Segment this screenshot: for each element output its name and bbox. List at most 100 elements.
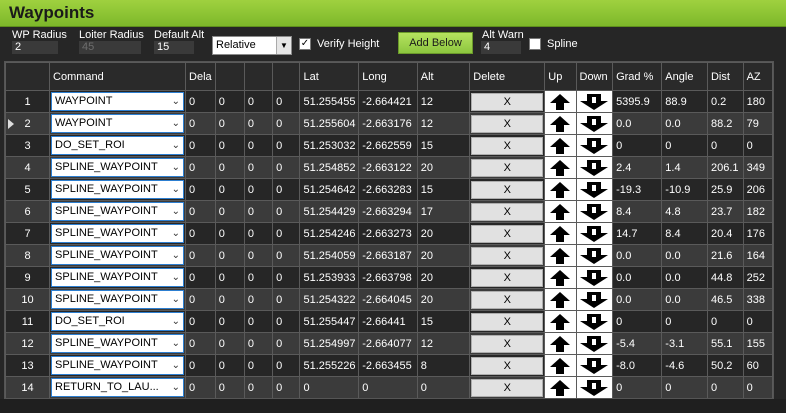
row-number[interactable]: 12 (5, 332, 51, 355)
chevron-down-icon[interactable]: ⌄ (172, 357, 180, 374)
command-cell[interactable]: DO_SET_ROI ⌄ (49, 134, 187, 157)
command-select[interactable]: DO_SET_ROI ⌄ (51, 136, 185, 155)
column-header-param2[interactable] (214, 62, 245, 91)
alt-cell[interactable]: 15 (416, 310, 471, 333)
row-number[interactable]: 13 (5, 354, 51, 377)
lat-cell[interactable]: 51.254322 (299, 288, 360, 311)
column-header-grad[interactable]: Grad % (612, 62, 663, 91)
command-cell[interactable]: SPLINE_WAYPOINT ⌄ (49, 244, 187, 267)
delete-button[interactable]: X (471, 312, 544, 331)
lat-cell[interactable]: 51.254246 (299, 222, 360, 245)
chevron-down-icon[interactable]: ⌄ (172, 335, 180, 352)
param2-cell[interactable]: 0 (214, 112, 245, 135)
alt-cell[interactable]: 20 (416, 288, 471, 311)
row-number[interactable]: 14 (5, 376, 51, 398)
table-row[interactable]: 6 SPLINE_WAYPOINT ⌄ 0 0 0 0 51.254429 -2.663294 1… (5, 200, 773, 223)
param3-cell[interactable]: 0 (243, 354, 274, 377)
alt-cell[interactable]: 12 (416, 112, 471, 135)
chevron-down-icon[interactable]: ▼ (276, 37, 291, 54)
move-down-button[interactable] (575, 332, 614, 355)
param4-cell[interactable]: 0 (272, 222, 301, 245)
table-row[interactable]: 10 SPLINE_WAYPOINT ⌄ 0 0 0 0 51.254322 -2.664045… (5, 288, 773, 311)
param3-cell[interactable]: 0 (243, 288, 274, 311)
move-up-button[interactable] (544, 332, 577, 355)
param3-cell[interactable]: 0 (243, 266, 274, 289)
delete-button[interactable]: X (471, 290, 544, 309)
move-up-button[interactable] (544, 134, 577, 157)
alt-mode-select[interactable]: Relative ▼ (212, 36, 292, 55)
chevron-down-icon[interactable]: ⌄ (172, 313, 180, 330)
param4-cell[interactable]: 0 (272, 200, 301, 223)
param3-cell[interactable]: 0 (243, 376, 274, 398)
alt-cell[interactable]: 15 (416, 134, 471, 157)
chevron-down-icon[interactable]: ⌄ (172, 115, 180, 132)
long-cell[interactable]: -2.664045 (358, 288, 418, 311)
chevron-down-icon[interactable]: ⌄ (172, 159, 180, 176)
column-header-dela[interactable]: Dela (185, 62, 216, 91)
move-up-button[interactable] (544, 244, 577, 267)
chevron-down-icon[interactable]: ⌄ (172, 137, 180, 154)
long-cell[interactable]: -2.664077 (358, 332, 418, 355)
param1-cell[interactable]: 0 (185, 376, 216, 398)
param2-cell[interactable]: 0 (214, 288, 245, 311)
param3-cell[interactable]: 0 (243, 134, 274, 157)
long-cell[interactable]: -2.663294 (358, 200, 418, 223)
param1-cell[interactable]: 0 (185, 90, 216, 113)
table-row[interactable]: 13 SPLINE_WAYPOINT ⌄ 0 0 0 0 51.255226 -2.663455… (5, 354, 773, 377)
row-number[interactable]: 8 (5, 244, 51, 267)
param2-cell[interactable]: 0 (214, 222, 245, 245)
param1-cell[interactable]: 0 (185, 112, 216, 135)
move-up-button[interactable] (544, 222, 577, 245)
delete-button[interactable]: X (471, 92, 544, 111)
delete-button[interactable]: X (471, 136, 544, 155)
chevron-down-icon[interactable]: ⌄ (172, 247, 180, 264)
long-cell[interactable]: -2.663176 (358, 112, 418, 135)
param2-cell[interactable]: 0 (214, 376, 245, 398)
long-cell[interactable]: 0 (358, 376, 418, 398)
lat-cell[interactable]: 51.253933 (299, 266, 360, 289)
long-cell[interactable]: -2.664421 (358, 90, 418, 113)
move-down-button[interactable] (575, 310, 614, 333)
command-select[interactable]: WAYPOINT ⌄ (51, 92, 185, 111)
command-cell[interactable]: SPLINE_WAYPOINT ⌄ (49, 178, 187, 201)
alt-cell[interactable]: 20 (416, 156, 471, 179)
param1-cell[interactable]: 0 (185, 244, 216, 267)
table-row[interactable]: 1 WAYPOINT ⌄ 0 0 0 0 51.255455 -2.664421 12 X 5395.… (5, 90, 773, 113)
verify-height-checkbox[interactable]: ✓ (299, 38, 311, 50)
add-below-button[interactable]: Add Below (398, 32, 473, 54)
wp-radius-input[interactable]: 2 (12, 41, 58, 54)
command-select[interactable]: SPLINE_WAYPOINT ⌄ (51, 356, 185, 375)
param3-cell[interactable]: 0 (243, 156, 274, 179)
chevron-down-icon[interactable]: ⌄ (172, 379, 180, 396)
table-row[interactable]: 9 SPLINE_WAYPOINT ⌄ 0 0 0 0 51.253933 -2.663798 2… (5, 266, 773, 289)
param2-cell[interactable]: 0 (214, 90, 245, 113)
param4-cell[interactable]: 0 (272, 112, 301, 135)
param3-cell[interactable]: 0 (243, 90, 274, 113)
table-row[interactable]: 11 DO_SET_ROI ⌄ 0 0 0 0 51.255447 -2.66441 15 X 0 0 0… (5, 310, 773, 333)
table-row[interactable]: 12 SPLINE_WAYPOINT ⌄ 0 0 0 0 51.254997 -2.664077… (5, 332, 773, 355)
row-number[interactable]: 4 (5, 156, 51, 179)
param1-cell[interactable]: 0 (185, 288, 216, 311)
row-number[interactable]: 2 (5, 112, 51, 135)
long-cell[interactable]: -2.663273 (358, 222, 418, 245)
move-down-button[interactable] (575, 244, 614, 267)
chevron-down-icon[interactable]: ⌄ (172, 291, 180, 308)
move-up-button[interactable] (544, 112, 577, 135)
param1-cell[interactable]: 0 (185, 200, 216, 223)
param2-cell[interactable]: 0 (214, 244, 245, 267)
command-select[interactable]: SPLINE_WAYPOINT ⌄ (51, 202, 185, 221)
table-row[interactable]: 8 SPLINE_WAYPOINT ⌄ 0 0 0 0 51.254059 -2.663187 2… (5, 244, 773, 267)
default-alt-input[interactable]: 15 (154, 41, 194, 54)
param1-cell[interactable]: 0 (185, 332, 216, 355)
command-cell[interactable]: SPLINE_WAYPOINT ⌄ (49, 332, 187, 355)
row-number[interactable]: 5 (5, 178, 51, 201)
param2-cell[interactable]: 0 (214, 134, 245, 157)
lat-cell[interactable]: 0 (299, 376, 360, 398)
param2-cell[interactable]: 0 (214, 156, 245, 179)
param2-cell[interactable]: 0 (214, 200, 245, 223)
move-up-button[interactable] (544, 200, 577, 223)
lat-cell[interactable]: 51.254642 (299, 178, 360, 201)
move-down-button[interactable] (575, 222, 614, 245)
move-down-button[interactable] (575, 156, 614, 179)
param2-cell[interactable]: 0 (214, 310, 245, 333)
